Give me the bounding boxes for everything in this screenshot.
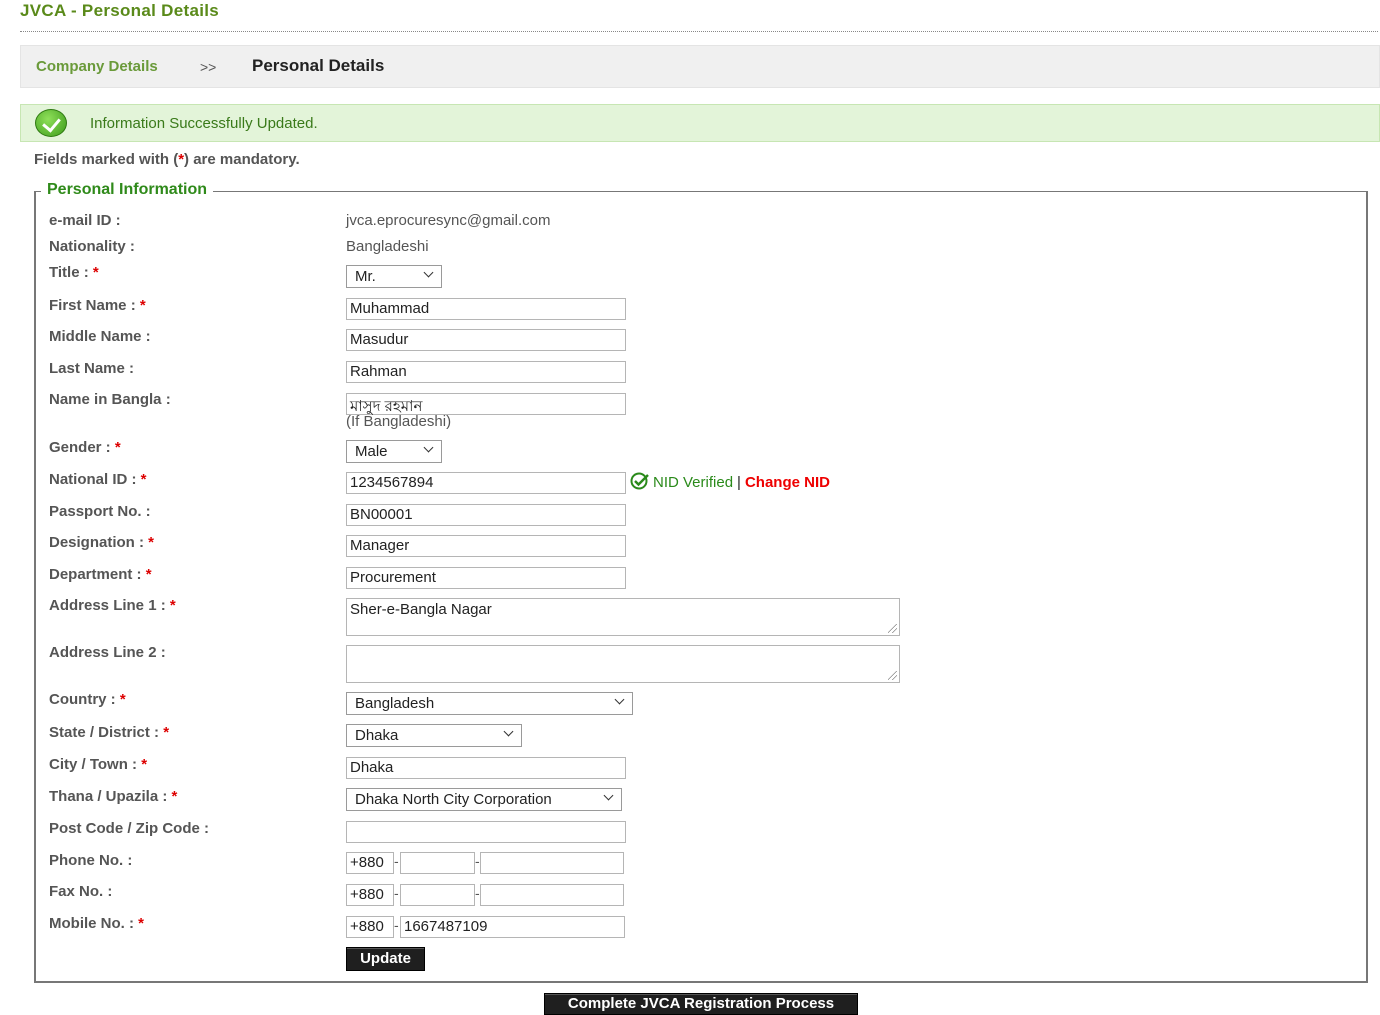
country-select[interactable]: Bangladesh [346, 692, 633, 715]
chevron-down-icon [423, 267, 434, 278]
page-title: JVCA - Personal Details [20, 1, 220, 20]
section-legend: Personal Information [41, 181, 214, 199]
label-mobile: Mobile No. : * [49, 915, 145, 932]
label-national-id: National ID : * [49, 471, 147, 488]
name-bangla-hint: (If Bangladeshi) [346, 413, 452, 430]
nid-status: NID Verified | Change NID [630, 472, 830, 491]
fax-dash: - [475, 885, 480, 901]
breadcrumb-company-details-link[interactable]: Company Details [36, 58, 158, 75]
chevron-down-icon [423, 442, 434, 453]
label-city-town: City / Town : * [49, 756, 148, 773]
label-first-name: First Name : * [49, 297, 146, 314]
label-nationality: Nationality : [49, 238, 135, 255]
title-select[interactable]: Mr. [346, 265, 442, 288]
label-state-district: State / District : * [49, 724, 170, 741]
check-circle-icon [630, 472, 649, 490]
passport-input[interactable]: BN00001 [346, 504, 626, 526]
state-select-value: Dhaka [355, 727, 399, 744]
label-email: e-mail ID : [49, 212, 121, 229]
label-middle-name: Middle Name : [49, 328, 151, 345]
label-country: Country : * [49, 691, 126, 708]
label-fax: Fax No. : [49, 883, 113, 900]
thana-upazila-select[interactable]: Dhaka North City Corporation [346, 788, 622, 811]
mobile-dash: - [394, 917, 399, 933]
country-select-value: Bangladesh [355, 695, 435, 712]
nid-verified-text: NID Verified [653, 474, 734, 491]
middle-name-input[interactable]: Masudur [346, 329, 626, 351]
last-name-input[interactable]: Rahman [346, 361, 626, 383]
address-line-2-textarea[interactable] [346, 645, 900, 683]
update-button[interactable]: Update [346, 947, 425, 971]
department-input[interactable]: Procurement [346, 567, 626, 589]
title-divider [20, 31, 1378, 32]
post-code-input[interactable] [346, 821, 626, 843]
city-town-input[interactable]: Dhaka [346, 757, 626, 779]
label-designation: Designation : * [49, 534, 155, 551]
state-district-select[interactable]: Dhaka [346, 724, 522, 747]
chevron-down-icon [603, 790, 614, 801]
breadcrumb: Company Details >> Personal Details [20, 45, 1380, 88]
nationality-value: Bangladeshi [346, 238, 429, 255]
phone-dash: - [475, 853, 480, 869]
label-department: Department : * [49, 566, 152, 583]
name-bangla-input[interactable]: মাসুদ রহমান [346, 393, 626, 415]
label-name-bangla: Name in Bangla : [49, 391, 171, 408]
breadcrumb-separator: >> [200, 59, 217, 75]
label-post-code: Post Code / Zip Code : [49, 820, 209, 837]
designation-input[interactable]: Manager [346, 535, 626, 557]
phone-number-input[interactable] [480, 852, 624, 874]
complete-registration-button[interactable]: Complete JVCA Registration Process [544, 993, 858, 1015]
change-nid-link[interactable]: Change NID [745, 474, 830, 491]
mobile-country-code: +880 [346, 916, 394, 938]
personal-information-fieldset [34, 191, 1368, 983]
chevron-down-icon [614, 694, 625, 705]
fax-number-input[interactable] [480, 884, 624, 906]
label-gender: Gender : * [49, 439, 121, 456]
label-title: Title : * [49, 264, 99, 281]
gender-select[interactable]: Male [346, 440, 442, 463]
address-line-1-textarea[interactable]: Sher-e-Bangla Nagar [346, 598, 900, 636]
gender-select-value: Male [355, 443, 388, 460]
fax-country-code: +880 [346, 884, 394, 906]
phone-dash: - [394, 853, 399, 869]
thana-select-value: Dhaka North City Corporation [355, 791, 552, 808]
success-text: Information Successfully Updated. [90, 115, 318, 132]
title-select-value: Mr. [355, 268, 376, 285]
national-id-input[interactable]: 1234567894 [346, 472, 626, 494]
email-value: jvca.eprocuresync@gmail.com [346, 212, 551, 229]
label-address-line-1: Address Line 1 : * [49, 597, 176, 614]
phone-country-code: +880 [346, 852, 394, 874]
mandatory-note: Fields marked with (*) are mandatory. [34, 151, 300, 168]
address-line-1-value: Sher-e-Bangla Nagar [350, 601, 492, 618]
label-address-line-2: Address Line 2 : [49, 644, 166, 661]
success-check-icon [35, 109, 67, 137]
nid-separator: | [737, 474, 741, 491]
fax-dash: - [394, 885, 399, 901]
label-last-name: Last Name : [49, 360, 135, 377]
chevron-down-icon [503, 726, 514, 737]
label-thana-upazila: Thana / Upazila : * [49, 788, 178, 805]
label-passport: Passport No. : [49, 503, 151, 520]
label-phone: Phone No. : [49, 852, 133, 869]
success-message: Information Successfully Updated. [20, 104, 1380, 142]
mobile-number-input[interactable]: 1667487109 [400, 916, 625, 938]
phone-area-input[interactable] [400, 852, 475, 874]
fax-area-input[interactable] [400, 884, 475, 906]
resize-grip-icon[interactable] [888, 624, 897, 633]
resize-grip-icon[interactable] [888, 671, 897, 680]
first-name-input[interactable]: Muhammad [346, 298, 626, 320]
breadcrumb-current: Personal Details [252, 56, 385, 75]
